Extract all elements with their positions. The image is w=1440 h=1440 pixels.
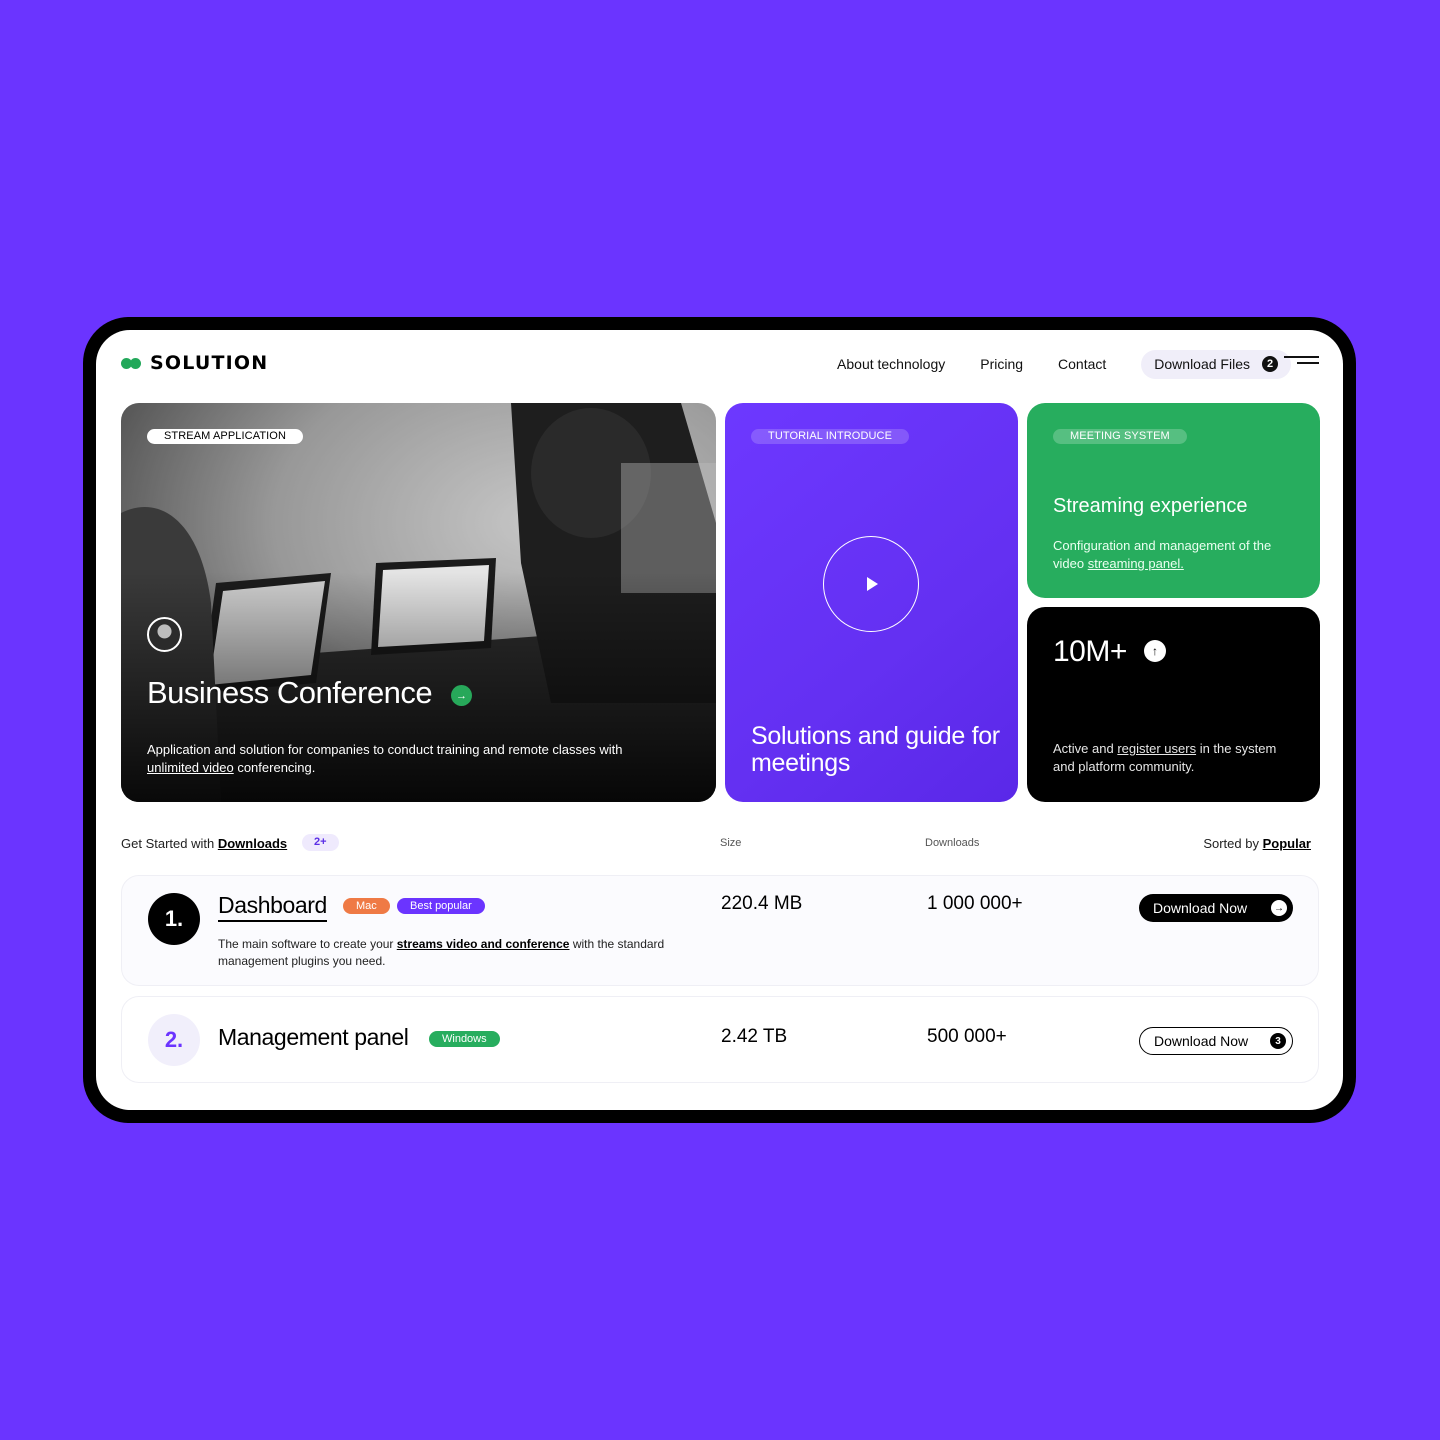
streaming-experience-title: Streaming experience <box>1053 495 1248 517</box>
avatar[interactable] <box>147 617 182 652</box>
logo-text: SOLUTION <box>150 352 269 374</box>
sort-control: Sorted by Popular <box>1203 836 1311 851</box>
row-title-management-panel[interactable]: Management panel <box>218 1024 409 1051</box>
get-started-label: Get Started with Downloads <box>121 836 288 851</box>
streaming-panel-link[interactable]: streaming panel. <box>1088 556 1184 571</box>
download-files-count: 2 <box>1262 356 1278 372</box>
download-now-label: Download Now <box>1154 1033 1249 1049</box>
card-stats[interactable]: 10M+ ↑ Active and register users in the … <box>1027 607 1320 802</box>
streams-video-link[interactable]: streams video and conference <box>397 937 570 951</box>
nav-contact[interactable]: Contact <box>1058 346 1106 382</box>
nav-menu: About technology Pricing Contact Downloa… <box>837 346 1291 382</box>
download-files-label: Download Files <box>1154 356 1250 372</box>
arrow-right-icon[interactable]: → <box>451 685 472 706</box>
downloads-link[interactable]: Downloads <box>218 836 287 851</box>
users-description: Active and register users in the system … <box>1053 741 1277 774</box>
row-downloads: 1 000 000+ <box>927 893 1023 914</box>
sort-popular-link[interactable]: Popular <box>1263 836 1311 851</box>
download-now-button[interactable]: Download Now → <box>1139 894 1293 922</box>
users-count: 10M+ <box>1053 635 1127 668</box>
business-conference-title: Business Conference <box>147 675 433 710</box>
table-row[interactable]: 2. Management panel Windows 2.42 TB 500 … <box>121 996 1319 1083</box>
download-count-badge: 3 <box>1270 1033 1286 1049</box>
logo-mark-icon <box>121 357 141 369</box>
row-size: 220.4 MB <box>721 893 803 914</box>
downloads-list-header: Get Started with Downloads 2+ Size Downl… <box>121 834 1311 854</box>
top-nav: SOLUTION About technology Pricing Contac… <box>96 330 1343 400</box>
row-index: 1. <box>148 893 200 945</box>
row-index: 2. <box>148 1014 200 1066</box>
play-icon <box>867 577 878 591</box>
column-downloads: Downloads <box>925 837 980 849</box>
card-tutorial[interactable]: TUTORIAL INTRODUCE Solutions and guide f… <box>725 403 1018 802</box>
download-now-label: Download Now <box>1153 900 1248 916</box>
nav-pricing[interactable]: Pricing <box>980 346 1023 382</box>
row-title-dashboard[interactable]: Dashboard <box>218 892 327 922</box>
streaming-experience-description: Configuration and management of the vide… <box>1053 538 1272 571</box>
app-screen: SOLUTION About technology Pricing Contac… <box>96 330 1343 1110</box>
play-button[interactable] <box>823 536 919 632</box>
nav-about-technology[interactable]: About technology <box>837 346 945 382</box>
row-description: The main software to create your streams… <box>218 937 665 968</box>
arrow-up-icon[interactable]: ↑ <box>1144 640 1166 662</box>
tag-best-popular: Best popular <box>397 898 485 914</box>
row-downloads: 500 000+ <box>927 1026 1007 1047</box>
card-tag-stream-application: STREAM APPLICATION <box>147 429 304 444</box>
downloads-count-badge: 2+ <box>302 834 339 851</box>
menu-icon[interactable] <box>1284 356 1319 366</box>
table-row[interactable]: 1. Dashboard Mac Best popular The main s… <box>121 875 1319 986</box>
unlimited-video-link[interactable]: unlimited video <box>147 760 234 775</box>
device-frame: SOLUTION About technology Pricing Contac… <box>83 317 1356 1123</box>
card-business-conference[interactable]: STREAM APPLICATION Business Conference →… <box>121 403 716 802</box>
tutorial-title: Solutions and guide for meetings <box>751 722 1000 777</box>
download-now-button[interactable]: Download Now 3 <box>1139 1027 1293 1055</box>
tag-windows: Windows <box>429 1031 500 1047</box>
card-tag-tutorial-introduce: TUTORIAL INTRODUCE <box>751 429 910 444</box>
card-meeting-system[interactable]: MEETING SYSTEM Streaming experience Conf… <box>1027 403 1320 598</box>
download-files-button[interactable]: Download Files 2 <box>1141 349 1291 379</box>
column-size: Size <box>720 837 742 849</box>
business-conference-description: Application and solution for companies t… <box>147 742 623 775</box>
tag-mac: Mac <box>343 898 390 914</box>
logo[interactable]: SOLUTION <box>121 352 268 374</box>
register-users-link[interactable]: register users <box>1117 741 1196 756</box>
row-size: 2.42 TB <box>721 1026 788 1047</box>
arrow-right-icon: → <box>1271 900 1287 916</box>
card-tag-meeting-system: MEETING SYSTEM <box>1053 429 1187 444</box>
